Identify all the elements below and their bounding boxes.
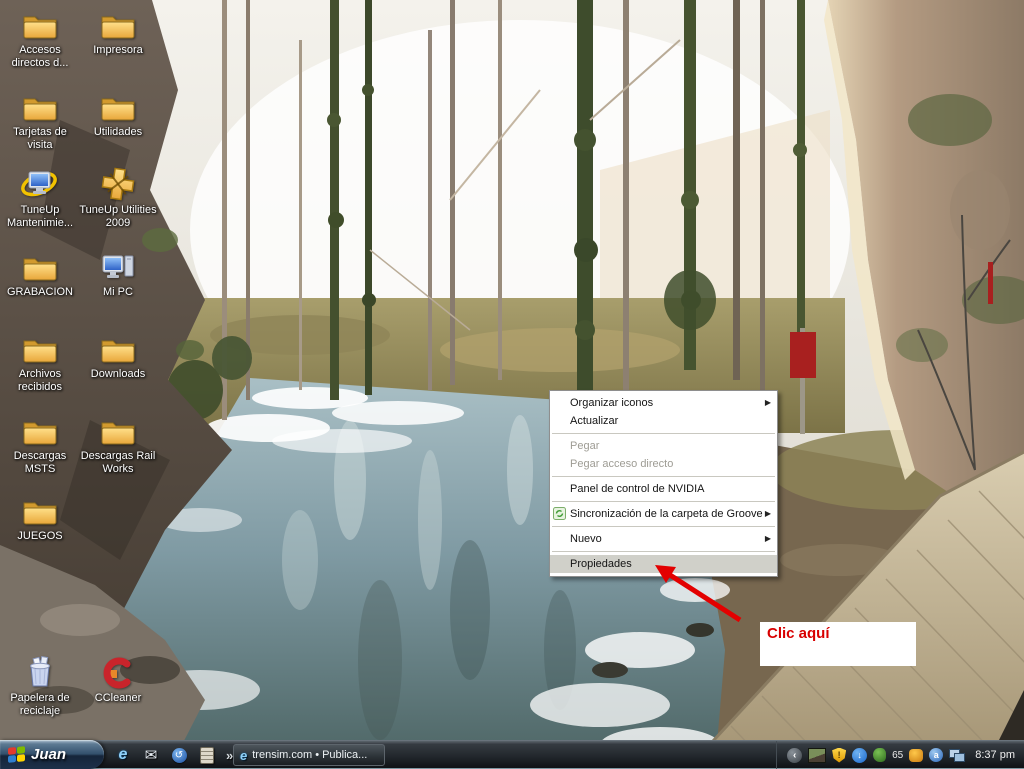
desktop-icon-accesos-directos[interactable]: Accesos directos d...	[1, 4, 79, 69]
menu-separator	[552, 476, 775, 477]
desktop-icon-tuneup-utilities[interactable]: TuneUp Utilities 2009	[79, 164, 157, 229]
menu-separator	[552, 526, 775, 527]
menu-separator	[552, 501, 775, 502]
desktop-icon-label: Descargas Rail Works	[79, 450, 157, 475]
quick-launch-bar: e ✉ ↺ »	[114, 741, 233, 769]
notes-icon[interactable]	[198, 746, 216, 764]
desktop-icon-label: TuneUp Utilities 2009	[79, 204, 157, 229]
desktop-icon-downloads[interactable]: Downloads	[79, 328, 157, 381]
task-button-trensim[interactable]: e trensim.com • Publica...	[233, 744, 385, 766]
network-icon[interactable]	[949, 749, 965, 762]
amule-icon[interactable]: a	[929, 748, 943, 762]
desktop-icon-label: Accesos directos d...	[1, 44, 79, 69]
folder-icon	[79, 410, 157, 448]
internet-explorer-icon: e	[240, 748, 247, 763]
menu-separator	[552, 551, 775, 552]
desktop-icon-utilidades[interactable]: Utilidades	[79, 86, 157, 139]
green-mascot-icon[interactable]	[873, 748, 886, 762]
submenu-arrow-icon: ▶	[765, 394, 771, 412]
desktop-icon-label: GRABACION	[1, 286, 79, 299]
menu-item-nuevo[interactable]: Nuevo ▶	[550, 530, 777, 548]
desktop-icon-tarjetas[interactable]: Tarjetas de visita	[1, 86, 79, 151]
desktop-icon-label: TuneUp Mantenimie...	[1, 204, 79, 229]
menu-item-pegar-acceso-directo: Pegar acceso directo	[550, 455, 777, 473]
submenu-arrow-icon: ▶	[765, 530, 771, 548]
security-shield-icon[interactable]: !	[832, 748, 846, 763]
folder-icon	[79, 328, 157, 366]
desktop-icon-label: Utilidades	[79, 126, 157, 139]
desktop-icon-ccleaner[interactable]: CCleaner	[79, 652, 157, 705]
menu-separator	[552, 433, 775, 434]
desktop-context-menu: Organizar iconos ▶ Actualizar Pegar Pega…	[549, 390, 778, 577]
desktop-icon-label: Tarjetas de visita	[1, 126, 79, 151]
tray-collapse-chevron[interactable]: ‹	[787, 748, 802, 763]
desktop-icon-grabacion[interactable]: GRABACION	[1, 246, 79, 299]
start-button[interactable]: Juan	[0, 740, 104, 769]
folder-icon	[1, 410, 79, 448]
desktop-icon-juegos[interactable]: JUEGOS	[1, 490, 79, 543]
annotation-text: Clic aquí	[767, 625, 830, 642]
outlook-express-icon[interactable]: ✉	[142, 746, 160, 764]
red-sign	[790, 332, 816, 378]
messenger-orange-icon[interactable]	[909, 749, 923, 762]
desktop-icon-label: CCleaner	[79, 692, 157, 705]
desktop-icon-impresora[interactable]: Impresora	[79, 4, 157, 57]
recycle-bin-icon	[1, 652, 79, 690]
taskbar: Juan e ✉ ↺ » e trensim.com • Publica... …	[0, 740, 1024, 768]
windows-flag-icon	[8, 746, 25, 764]
windows-update-icon[interactable]: ↓	[852, 748, 867, 763]
desktop-icon-label: Papelera de reciclaje	[1, 692, 79, 717]
task-button-label: trensim.com • Publica...	[252, 749, 367, 761]
menu-item-actualizar[interactable]: Actualizar	[550, 412, 777, 430]
groove-sync-icon	[553, 507, 566, 520]
ccleaner-icon	[79, 652, 157, 690]
desktop-icon-label: Archivos recibidos	[1, 368, 79, 393]
photo-app-icon[interactable]	[808, 748, 826, 763]
folder-icon	[1, 4, 79, 42]
desktop-icon-archivos-recibidos[interactable]: Archivos recibidos	[1, 328, 79, 393]
folder-icon	[1, 86, 79, 124]
folder-icon	[1, 328, 79, 366]
desktop-icon-papelera[interactable]: Papelera de reciclaje	[1, 652, 79, 717]
desktop-icon-label: Impresora	[79, 44, 157, 57]
system-tray: ‹ ! ↓ 65 a 8:37 pm	[776, 741, 1024, 769]
folder-icon	[79, 4, 157, 42]
desktop-icon-label: Downloads	[79, 368, 157, 381]
msn-explorer-icon[interactable]: ↺	[170, 746, 188, 764]
menu-item-pegar: Pegar	[550, 437, 777, 455]
menu-item-propiedades[interactable]: Propiedades	[550, 555, 777, 573]
desktop-icon-label: JUEGOS	[1, 530, 79, 543]
start-button-label: Juan	[31, 746, 66, 763]
tuneup-monitor-icon	[1, 164, 79, 202]
desktop-icon-label: Mi PC	[79, 286, 157, 299]
menu-item-panel-nvidia[interactable]: Panel de control de NVIDIA	[550, 480, 777, 498]
internet-explorer-icon[interactable]: e	[114, 746, 132, 764]
temperature-readout[interactable]: 65	[892, 750, 903, 761]
computer-icon	[79, 246, 157, 284]
submenu-arrow-icon: ▶	[765, 505, 771, 523]
desktop-icon-label: Descargas MSTS	[1, 450, 79, 475]
folder-icon	[79, 86, 157, 124]
desktop-icon-descargas-msts[interactable]: Descargas MSTS	[1, 410, 79, 475]
menu-item-organizar-iconos[interactable]: Organizar iconos ▶	[550, 394, 777, 412]
folder-icon	[1, 246, 79, 284]
desktop-icon-mi-pc[interactable]: Mi PC	[79, 246, 157, 299]
tray-clock[interactable]: 8:37 pm	[975, 749, 1015, 761]
menu-item-groove-sync[interactable]: Sincronización de la carpeta de Groove ▶	[550, 505, 777, 523]
folder-icon	[1, 490, 79, 528]
tuneup-cross-icon	[79, 164, 157, 202]
desktop-icon-descargas-railworks[interactable]: Descargas Rail Works	[79, 410, 157, 475]
annotation-box: Clic aquí	[760, 622, 916, 666]
desktop-icon-tuneup-mantenimiento[interactable]: TuneUp Mantenimie...	[1, 164, 79, 229]
